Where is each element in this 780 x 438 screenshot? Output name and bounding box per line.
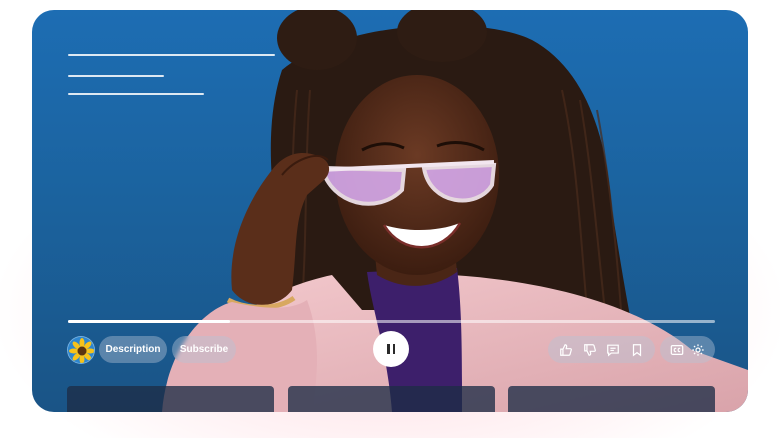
description-button[interactable]: Description xyxy=(99,336,167,363)
subscribe-button[interactable]: Subscribe xyxy=(172,336,236,363)
related-video-card[interactable] xyxy=(288,386,495,412)
related-video-card[interactable] xyxy=(67,386,274,412)
comment-icon[interactable] xyxy=(604,341,622,359)
pause-icon xyxy=(386,344,397,354)
gear-icon[interactable] xyxy=(689,341,707,359)
thumbs-down-icon[interactable] xyxy=(581,341,599,359)
video-player[interactable]: Description Subscribe xyxy=(32,10,748,412)
progress-fill xyxy=(68,320,230,323)
thumbs-up-icon[interactable] xyxy=(557,341,575,359)
bookmark-icon[interactable] xyxy=(628,341,646,359)
pause-button[interactable] xyxy=(373,331,409,367)
title-line xyxy=(68,93,204,95)
channel-avatar[interactable] xyxy=(67,336,95,364)
progress-bar[interactable] xyxy=(68,320,715,323)
title-line xyxy=(68,54,275,56)
player-settings xyxy=(660,336,715,363)
related-video-card[interactable] xyxy=(508,386,715,412)
closed-captions-icon[interactable] xyxy=(668,341,686,359)
engagement-actions xyxy=(548,336,655,363)
title-line xyxy=(68,75,164,77)
